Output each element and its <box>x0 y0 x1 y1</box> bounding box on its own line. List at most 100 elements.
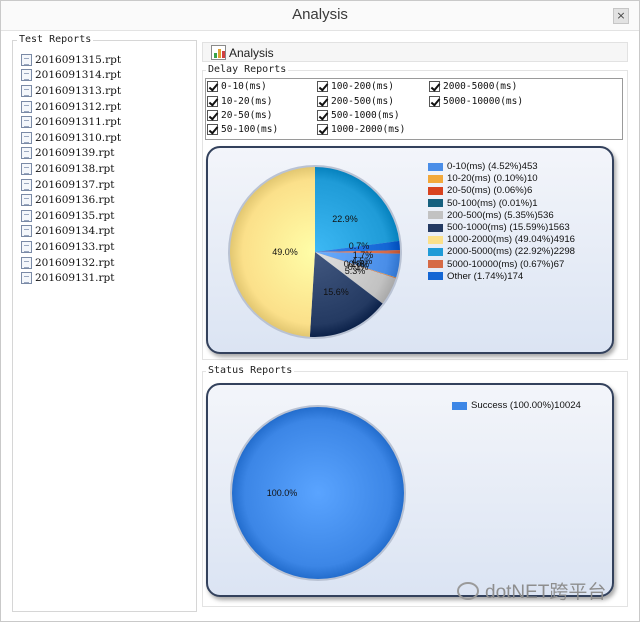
report-file-icon <box>21 69 32 82</box>
checkbox-label: 50-100(ms) <box>221 124 279 135</box>
report-file-icon <box>21 162 32 175</box>
legend-item: 2000-5000(ms) (22.92%)2298 <box>428 246 575 257</box>
legend-item: 5000-10000(ms) (0.67%)67 <box>428 259 564 270</box>
file-name: 201609132.rpt <box>35 256 115 269</box>
file-item[interactable]: 201609133.rpt <box>21 239 121 255</box>
watermark-logo: dotNET跨平台 <box>485 582 607 603</box>
legend-item: 10-20(ms) (0.10%)10 <box>428 173 538 184</box>
checkbox-label: 2000-5000(ms) <box>443 81 518 92</box>
file-name: 2016091311.rpt <box>35 116 122 129</box>
title-bar[interactable]: Analysis × <box>1 1 639 31</box>
file-name: 201609139.rpt <box>35 147 115 160</box>
analysis-window: Analysis × 2016091315.rpt 2016091314.rpt 2… <box>0 0 640 622</box>
legend-swatch <box>428 174 443 183</box>
checkbox-check-icon <box>207 124 218 135</box>
file-item[interactable]: 201609135.rpt <box>21 208 121 224</box>
analysis-button-label: Analysis <box>229 45 274 60</box>
report-file-icon <box>21 131 32 144</box>
delay-checkbox[interactable]: 0-10(ms) <box>207 81 267 92</box>
legend-swatch <box>428 199 443 208</box>
file-item[interactable]: 201609134.rpt <box>21 224 121 240</box>
delay-checkbox[interactable]: 10-20(ms) <box>207 96 272 107</box>
file-name: 2016091310.rpt <box>35 131 122 144</box>
analysis-button[interactable]: Analysis <box>211 45 274 60</box>
chart-icon <box>211 45 226 60</box>
checkbox-label: 0-10(ms) <box>221 81 267 92</box>
legend-item: 200-500(ms) (5.35%)536 <box>428 210 554 221</box>
delay-chart-panel: 22.9% 49.0% 15.6% 5.3% 0.7% 1.7% 4.5% 0.1% 0.1% 0… <box>206 146 614 354</box>
report-file-icon <box>21 225 32 238</box>
legend-swatch <box>428 211 443 220</box>
delay-checkbox[interactable]: 20-50(ms) <box>207 110 272 121</box>
report-file-icon <box>21 178 32 191</box>
file-item[interactable]: 201609131.rpt <box>21 270 121 286</box>
legend-label: 1000-2000(ms) (49.04%)4916 <box>447 234 575 246</box>
checkbox-check-icon <box>317 96 328 107</box>
delay-checkbox[interactable]: 500-1000(ms) <box>317 110 400 121</box>
pie-percent-label: 100.0% <box>267 488 298 498</box>
legend-swatch <box>428 235 443 244</box>
file-item[interactable]: 2016091315.rpt <box>21 52 121 68</box>
legend-label: 0-10(ms) (4.52%)453 <box>447 161 538 172</box>
report-file-icon <box>21 240 32 253</box>
legend-item: Success (100.00%)10024 <box>452 400 581 411</box>
pie-slice <box>232 407 404 579</box>
file-item[interactable]: 2016091310.rpt <box>21 130 121 146</box>
legend-label: 5000-10000(ms) (0.67%)67 <box>447 258 565 270</box>
legend-label: 2000-5000(ms) (22.92%)2298 <box>447 246 575 258</box>
file-item[interactable]: 2016091311.rpt <box>21 114 121 130</box>
delay-reports-label: Delay Reports <box>206 64 289 76</box>
file-item[interactable]: 2016091313.rpt <box>21 83 121 99</box>
file-name: 2016091315.rpt <box>35 53 122 66</box>
checkbox-check-icon <box>317 81 328 92</box>
file-item[interactable]: 201609132.rpt <box>21 255 121 271</box>
delay-checkbox[interactable]: 50-100(ms) <box>207 124 278 135</box>
file-name: 2016091312.rpt <box>35 100 122 113</box>
file-item[interactable]: 2016091314.rpt <box>21 68 121 84</box>
file-name: 201609138.rpt <box>35 162 115 175</box>
file-name: 201609136.rpt <box>35 194 115 207</box>
close-button[interactable]: × <box>613 8 629 24</box>
delay-checkbox[interactable]: 5000-10000(ms) <box>429 96 523 107</box>
file-name: 201609131.rpt <box>35 272 115 285</box>
toolbar: Analysis <box>202 42 628 62</box>
pie-percent-label: 49.0% <box>272 247 298 257</box>
legend-label: 20-50(ms) (0.06%)6 <box>447 185 533 197</box>
file-item[interactable]: 201609138.rpt <box>21 161 121 177</box>
legend-label: 500-1000(ms) (15.59%)1563 <box>447 222 570 233</box>
legend-swatch <box>428 272 443 281</box>
file-item[interactable]: 201609137.rpt <box>21 177 121 193</box>
legend-item: 1000-2000(ms) (49.04%)4916 <box>428 234 575 245</box>
test-reports-group: 2016091315.rpt 2016091314.rpt 2016091313.r… <box>12 40 197 612</box>
checkbox-check-icon <box>317 110 328 121</box>
file-item[interactable]: 201609139.rpt <box>21 146 121 162</box>
legend-item: Other (1.74%)174 <box>428 271 523 282</box>
delay-checkbox[interactable]: 200-500(ms) <box>317 96 394 107</box>
checkbox-check-icon <box>429 81 440 92</box>
file-item[interactable]: 201609136.rpt <box>21 192 121 208</box>
delay-checkbox[interactable]: 2000-5000(ms) <box>429 81 517 92</box>
legend-swatch <box>428 162 443 171</box>
delay-checkbox[interactable]: 1000-2000(ms) <box>317 124 405 135</box>
checkbox-label: 5000-10000(ms) <box>443 96 524 107</box>
legend-label: 200-500(ms) (5.35%)536 <box>447 209 554 221</box>
legend-label: 50-100(ms) (0.01%)1 <box>447 197 538 209</box>
checkbox-check-icon <box>317 124 328 135</box>
checkbox-check-icon <box>207 110 218 121</box>
legend-label: Other (1.74%)174 <box>447 270 524 282</box>
file-name: 201609137.rpt <box>35 178 115 191</box>
checkbox-label: 20-50(ms) <box>221 110 273 121</box>
report-file-icon <box>21 256 32 269</box>
report-file-icon <box>21 209 32 222</box>
checkbox-check-icon <box>207 96 218 107</box>
chat-bubble-icon <box>457 581 479 600</box>
watermark: dotNET跨平台 <box>457 577 606 604</box>
checkbox-label: 500-1000(ms) <box>331 110 400 121</box>
report-file-icon <box>21 147 32 160</box>
checkbox-label: 1000-2000(ms) <box>331 124 406 135</box>
delay-checkbox[interactable]: 100-200(ms) <box>317 81 394 92</box>
legend-label: 10-20(ms) (0.10%)10 <box>447 173 538 185</box>
file-item[interactable]: 2016091312.rpt <box>21 99 121 115</box>
file-name: 201609134.rpt <box>35 225 115 238</box>
report-file-icon <box>21 53 32 66</box>
